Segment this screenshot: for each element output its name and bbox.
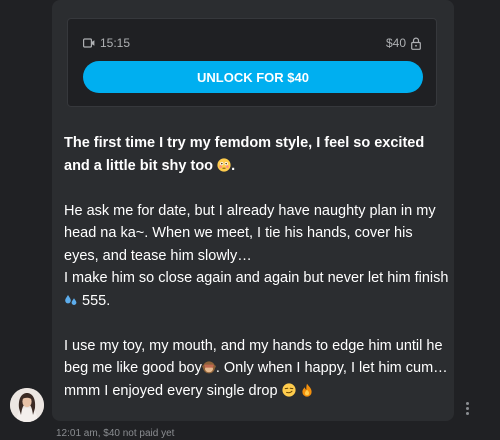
smirking-face-emoji	[282, 382, 296, 397]
fire-emoji	[300, 382, 314, 397]
see-no-evil-monkey-emoji	[202, 359, 216, 374]
payment-status: $40 not paid yet	[103, 428, 175, 439]
video-icon	[83, 38, 95, 48]
message-time: 12:01 am,	[56, 428, 101, 439]
more-dot	[465, 411, 469, 415]
media-duration: 15:15	[100, 36, 131, 50]
message-footer: 12:01 am, $40 not paid yet	[56, 428, 174, 439]
media-meta-row: 15:15 $40	[83, 35, 421, 51]
message-paragraph-1: The first time I try my femdom style, I …	[64, 135, 425, 174]
media-price: $40	[385, 36, 406, 50]
lock-icon	[411, 37, 421, 50]
locked-media-card: 15:15 $40 UNLOCK FOR $40	[67, 18, 437, 107]
avatar[interactable]	[10, 388, 44, 422]
message-paragraph-2: He ask me for date, but I already have n…	[64, 202, 449, 309]
sweat-droplets-emoji	[64, 292, 78, 306]
message-text: The first time I try my femdom style, I …	[64, 132, 450, 402]
message-paragraph-3: I use my toy, my mouth, and my hands to …	[64, 337, 448, 399]
flushed-face-emoji	[217, 157, 231, 172]
message-bubble: 15:15 $40 UNLOCK FOR $40 The first time …	[52, 0, 454, 421]
more-options-button[interactable]	[462, 398, 472, 418]
unlock-button[interactable]: UNLOCK FOR $40	[83, 61, 423, 93]
more-dot	[465, 401, 469, 405]
more-dot	[465, 406, 469, 410]
